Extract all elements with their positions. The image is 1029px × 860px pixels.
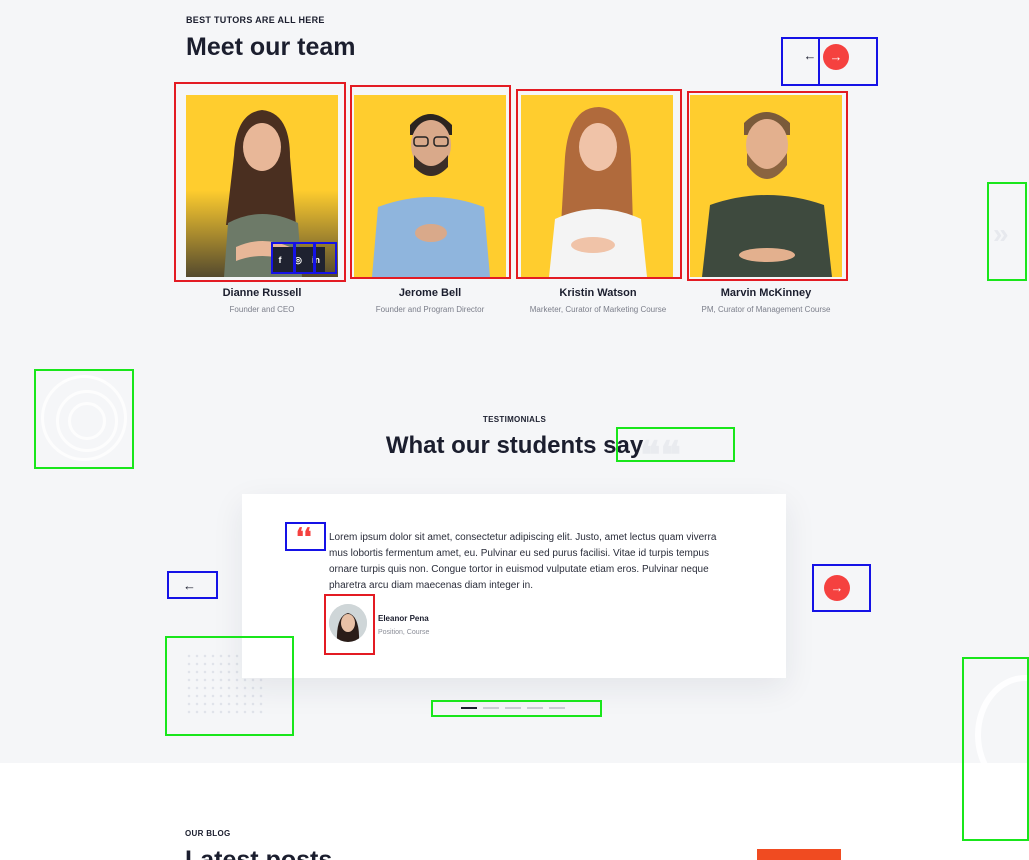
- team-title: Meet our team: [186, 33, 356, 61]
- member-role: Founder and Program Director: [375, 305, 485, 314]
- card-highlight-2: [350, 85, 511, 279]
- author-role: Position, Course: [378, 629, 430, 636]
- decor-highlight-quote: [616, 427, 735, 462]
- testimonial-prev-highlight: [167, 571, 218, 599]
- team-next-highlight: [818, 37, 878, 86]
- member-role: Marketer, Curator of Marketing Course: [529, 305, 667, 314]
- decor-highlight-arc: [962, 657, 1029, 841]
- decor-highlight-dots: [165, 636, 294, 736]
- testimonial-quote: Lorem ipsum dolor sit amet, consectetur …: [329, 532, 717, 591]
- blog-title: Latest posts: [185, 846, 333, 860]
- team-prev-highlight: [781, 37, 820, 86]
- member-role: PM, Curator of Management Course: [701, 305, 831, 314]
- member-role: Founder and CEO: [229, 305, 295, 314]
- author-name: Eleanor Pena: [378, 614, 429, 623]
- member-name: Marvin McKinney: [720, 287, 812, 299]
- blog-section: [0, 763, 1029, 860]
- dots-highlight: [431, 700, 602, 717]
- testimonials-eyebrow: TESTIMONIALS: [482, 415, 547, 424]
- avatar-highlight: [324, 594, 375, 655]
- testimonials-title: What our students say: [385, 432, 644, 459]
- card-highlight-1: [174, 82, 346, 282]
- member-name: Kristin Watson: [559, 287, 637, 299]
- blog-eyebrow: OUR BLOG: [185, 829, 231, 838]
- blog-view-all-button[interactable]: [757, 849, 841, 860]
- quote-highlight: [285, 522, 326, 551]
- member-name: Jerome Bell: [398, 287, 462, 299]
- card-highlight-3: [516, 89, 682, 279]
- team-eyebrow: BEST TUTORS ARE ALL HERE: [186, 15, 325, 25]
- card-highlight-4: [687, 91, 848, 281]
- decor-highlight-chevron: [987, 182, 1027, 281]
- member-name: Dianne Russell: [222, 287, 302, 299]
- testimonial-next-highlight: [812, 564, 871, 612]
